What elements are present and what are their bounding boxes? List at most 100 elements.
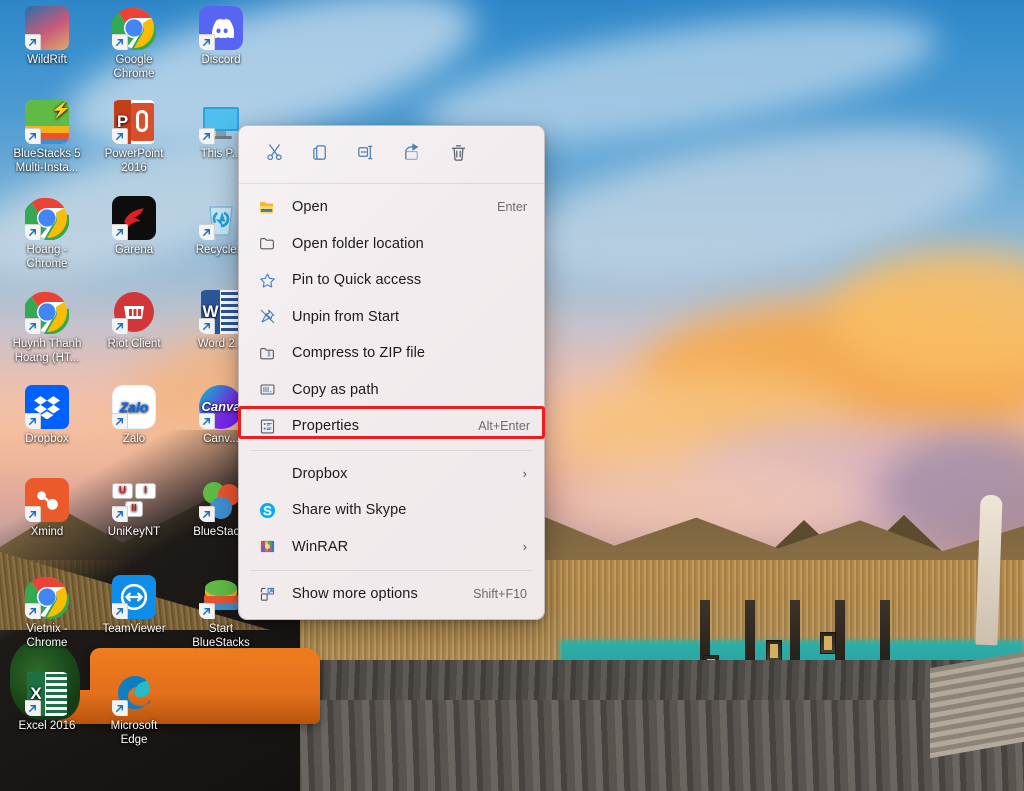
desktop-icon-powerpoint-2016[interactable]: P PowerPoint 2016 bbox=[91, 100, 177, 175]
riot-icon bbox=[112, 290, 156, 334]
menu-item-show-more-options[interactable]: Show more options Shift+F10 bbox=[242, 576, 541, 613]
shortcut-arrow-icon bbox=[199, 34, 215, 50]
menu-item-dropbox[interactable]: Dropbox › bbox=[242, 456, 541, 493]
xmind-icon bbox=[25, 478, 69, 522]
unikey-icon: U I II bbox=[112, 478, 156, 522]
desktop-icon-zalo[interactable]: Zalo Zalo bbox=[91, 385, 177, 446]
menu-item-label: Copy as path bbox=[292, 381, 379, 398]
toolbar-separator bbox=[239, 183, 544, 184]
desktop-icon-microsoft-edge[interactable]: Microsoft Edge bbox=[91, 672, 177, 747]
desktop-icon-excel-2016[interactable]: X Excel 2016 bbox=[4, 672, 90, 733]
bluestacks-s-icon bbox=[199, 575, 243, 619]
shortcut-arrow-icon bbox=[25, 413, 41, 429]
desktop-icon-google-chrome[interactable]: Google Chrome bbox=[91, 6, 177, 81]
desktop-icon-label: BlueStacks bbox=[192, 637, 250, 649]
dropbox-icon bbox=[25, 385, 69, 429]
desktop-icon-huynh-thanh-hoang[interactable]: Huynh Thanh Hoang (HT... bbox=[4, 290, 90, 365]
desktop-icon-label: UniKeyNT bbox=[107, 526, 161, 538]
menu-item-share-with-skype[interactable]: Share with Skype bbox=[242, 492, 541, 529]
desktop-icon-label: Google bbox=[115, 54, 153, 66]
copy-icon bbox=[311, 143, 330, 167]
desktop-icon-garena[interactable]: Garena bbox=[91, 196, 177, 257]
shortcut-arrow-icon bbox=[112, 603, 128, 619]
menu-item-copy-as-path[interactable]: Copy as path bbox=[242, 372, 541, 409]
menu-item-label: Compress to ZIP file bbox=[292, 345, 426, 362]
zalo-icon: Zalo bbox=[112, 385, 156, 429]
menu-divider bbox=[251, 570, 532, 571]
desktop-icon-bluestacks-5-multi[interactable]: ⚡ BlueStacks 5 Multi-Insta... bbox=[4, 100, 90, 175]
shortcut-arrow-icon bbox=[112, 34, 128, 50]
shortcut-arrow-icon bbox=[199, 506, 215, 522]
menu-item-pin-to-quick-access[interactable]: Pin to Quick access bbox=[242, 262, 541, 299]
desktop-icon-label: Hoang - bbox=[26, 244, 68, 256]
this-pc-icon bbox=[199, 100, 243, 144]
menu-item-open-folder-location[interactable]: Open folder location bbox=[242, 226, 541, 263]
shortcut-arrow-icon bbox=[112, 224, 128, 240]
shortcut-arrow-icon bbox=[199, 413, 215, 429]
shortcut-arrow-icon bbox=[199, 224, 215, 240]
edge-icon bbox=[112, 672, 156, 716]
garena-icon bbox=[112, 196, 156, 240]
shortcut-arrow-icon bbox=[199, 128, 215, 144]
cut-button[interactable] bbox=[251, 136, 297, 174]
shortcut-arrow-icon bbox=[25, 506, 41, 522]
desktop-icon-label: WildRift bbox=[27, 54, 67, 66]
bluestacks-x-icon bbox=[199, 478, 243, 522]
excel-icon: X bbox=[25, 672, 69, 716]
desktop-icon-riot-client[interactable]: Riot Client bbox=[91, 290, 177, 351]
desktop-icon-label: Excel 2016 bbox=[18, 720, 76, 732]
file-context-menu[interactable]: Open Enter Open folder location Pin to Quic… bbox=[238, 125, 545, 620]
desktop-icon-label: TeamViewer bbox=[102, 623, 166, 635]
desktop-icon-label: Riot Client bbox=[107, 338, 161, 350]
menu-item-label: Share with Skype bbox=[292, 502, 407, 519]
desktop-icon-discord[interactable]: Discord bbox=[178, 6, 264, 67]
desktop-icon-label: Garena bbox=[114, 244, 154, 256]
desktop-icon-wildrift[interactable]: WildRift bbox=[4, 6, 90, 67]
menu-item-unpin-from-start[interactable]: Unpin from Start bbox=[242, 299, 541, 336]
chevron-right-icon: › bbox=[522, 466, 527, 482]
menu-item-winrar[interactable]: WinRAR › bbox=[242, 529, 541, 566]
desktop-icon-vietnix-chrome[interactable]: Vietnix - Chrome bbox=[4, 575, 90, 650]
bluestacks-icon: ⚡ bbox=[25, 100, 69, 144]
desktop-icon-label: Dropbox bbox=[25, 433, 69, 445]
desktop-icon-label: Vietnix - bbox=[26, 623, 68, 635]
menu-item-label: Unpin from Start bbox=[292, 308, 400, 325]
menu-item-compress-to-zip-file[interactable]: Compress to ZIP file bbox=[242, 335, 541, 372]
shortcut-arrow-icon bbox=[25, 603, 41, 619]
star-icon bbox=[254, 270, 280, 290]
menu-item-shortcut: Alt+Enter bbox=[478, 419, 530, 434]
menu-item-open[interactable]: Open Enter bbox=[242, 189, 541, 226]
winrar-icon bbox=[254, 537, 280, 557]
copy-button[interactable] bbox=[297, 136, 343, 174]
desktop-icon-label: Multi-Insta... bbox=[15, 162, 79, 174]
recycle-bin-icon bbox=[199, 196, 243, 240]
context-menu-toolbar bbox=[239, 126, 544, 183]
desktop-icon-label: Chrome bbox=[26, 637, 68, 649]
no-icon-spacer bbox=[254, 464, 280, 484]
menu-item-properties[interactable]: Properties Alt+Enter bbox=[238, 406, 545, 445]
desktop-icon-unikeynt[interactable]: U I II UniKeyNT bbox=[91, 478, 177, 539]
shortcut-arrow-icon bbox=[112, 318, 128, 334]
desktop-icon-teamviewer[interactable]: TeamViewer bbox=[91, 575, 177, 636]
desktop-icon-label: Hoang (HT... bbox=[14, 352, 80, 364]
desktop-icon-hoang-chrome[interactable]: Hoang - Chrome bbox=[4, 196, 90, 271]
pier-stairs bbox=[930, 651, 1024, 759]
desktop-icon-dropbox[interactable]: Dropbox bbox=[4, 385, 90, 446]
desktop-icon-label: Discord bbox=[201, 54, 241, 66]
copy-path-icon bbox=[254, 380, 280, 400]
unpin-icon bbox=[254, 307, 280, 327]
desktop-icon-grid: WildRift Google Chrome Discord ⚡ BlueStacks 5… bbox=[0, 0, 260, 791]
menu-item-label: WinRAR bbox=[292, 538, 349, 555]
delete-button[interactable] bbox=[435, 136, 481, 174]
menu-item-label: Open bbox=[292, 199, 328, 216]
desktop-icon-label: PowerPoint bbox=[104, 148, 164, 160]
desktop-icon-xmind[interactable]: Xmind bbox=[4, 478, 90, 539]
rename-button[interactable] bbox=[343, 136, 389, 174]
share-button[interactable] bbox=[389, 136, 435, 174]
shortcut-arrow-icon bbox=[25, 700, 41, 716]
skype-icon bbox=[254, 500, 280, 520]
menu-item-label: Dropbox bbox=[292, 465, 348, 482]
shortcut-arrow-icon bbox=[112, 413, 128, 429]
desktop-icon-label: Start bbox=[208, 623, 234, 635]
menu-divider bbox=[251, 449, 532, 451]
